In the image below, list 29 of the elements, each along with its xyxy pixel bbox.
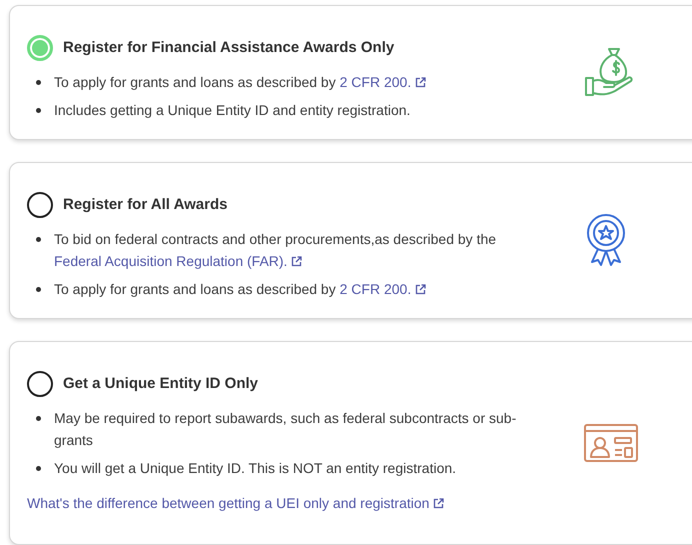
- external-link-icon: [433, 498, 444, 509]
- bullet-icon: [36, 416, 41, 421]
- option-title: Register for Financial Assistance Awards Only: [63, 38, 394, 58]
- radio-button[interactable]: [27, 192, 53, 218]
- radio-button[interactable]: [27, 371, 53, 397]
- bullet-text: You will get a Unique Entity ID. This is NOT an entity registration.: [54, 459, 458, 478]
- difference-link[interactable]: What's the difference between getting a UEI only and registration: [27, 493, 444, 514]
- bullet-text: Includes getting a Unique Entity ID and entity registration.: [54, 101, 412, 120]
- option-title: Get a Unique Entity ID Only: [63, 374, 258, 394]
- external-link-icon: [415, 77, 426, 88]
- bullet-icon: [36, 287, 41, 292]
- bullet-text: To apply for grants and loans as described by 2 CFR 200.: [54, 71, 524, 93]
- option-card[interactable]: Register for All Awards To bid on federal contracts and other procurements,as described by the Federal Acquisition Regulation (FAR). To apply for grants and loans as described by 2 CFR 200.: [9, 162, 692, 319]
- link[interactable]: 2 CFR 200.: [340, 74, 426, 90]
- option-title: Register for All Awards: [63, 194, 228, 215]
- external-link-icon: [415, 284, 426, 295]
- bullet-icon: [36, 237, 41, 242]
- link[interactable]: Federal Acquisition Regulation (FAR).: [54, 253, 302, 269]
- external-link-icon: [291, 256, 302, 267]
- bullet-text: May be required to report subawards, such as federal subcontracts or sub-grants: [54, 409, 518, 450]
- option-card[interactable]: [9, 341, 692, 545]
- link[interactable]: 2 CFR 200.: [340, 281, 426, 297]
- bullet-text: To bid on federal contracts and other procurements,as described by the Federal Acquisition Regulation (FAR).: [54, 230, 498, 271]
- bullet-text: To apply for grants and loans as described by 2 CFR 200.: [54, 278, 524, 300]
- bullet-icon: [36, 108, 41, 113]
- option-card[interactable]: Register for Financial Assistance Awards Only To apply for grants and loans as described by 2 CFR 200. Includes getting a Unique Entity ID and entity registration.: [9, 5, 692, 140]
- id-card-icon: [583, 423, 639, 463]
- bullet-icon: [36, 80, 41, 85]
- bullet-icon: [36, 466, 41, 471]
